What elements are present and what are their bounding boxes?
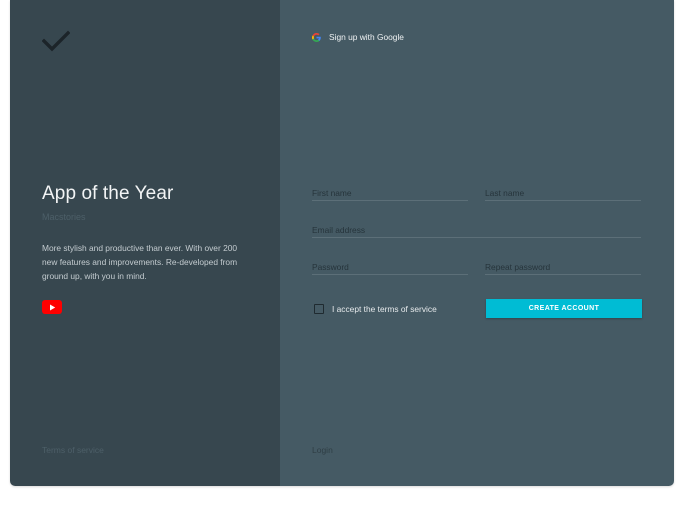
email-input[interactable] — [312, 225, 641, 235]
repeat-password-field — [485, 258, 641, 275]
youtube-icon[interactable] — [42, 300, 62, 314]
app-subtitle: Macstories — [42, 212, 86, 222]
play-icon — [49, 304, 55, 310]
last-name-field — [485, 184, 641, 201]
create-account-button[interactable]: CREATE ACCOUNT — [486, 299, 642, 318]
email-field — [312, 221, 641, 238]
app-description: More stylish and productive than ever. W… — [42, 243, 238, 281]
google-icon — [312, 32, 321, 42]
terms-of-service-link[interactable]: Terms of service — [42, 445, 104, 455]
accept-terms-label: I accept the terms of service — [332, 304, 437, 314]
google-signup-button[interactable]: Sign up with Google — [312, 32, 404, 42]
login-link[interactable]: Login — [312, 445, 333, 455]
accept-terms[interactable]: I accept the terms of service — [314, 304, 437, 314]
accept-terms-checkbox[interactable] — [314, 304, 324, 314]
promo-panel: App of the Year Macstories More stylish … — [10, 0, 280, 486]
repeat-password-input[interactable] — [485, 262, 641, 272]
checkmark-icon — [42, 30, 70, 52]
last-name-input[interactable] — [485, 188, 641, 198]
first-name-input[interactable] — [312, 188, 468, 198]
password-field — [312, 258, 468, 275]
app-title: App of the Year — [42, 183, 174, 204]
signup-card: App of the Year Macstories More stylish … — [10, 0, 674, 486]
first-name-field — [312, 184, 468, 201]
google-signup-label: Sign up with Google — [329, 32, 404, 42]
signup-form-panel: Sign up with Google I accept the terms o… — [280, 0, 674, 486]
password-input[interactable] — [312, 262, 468, 272]
